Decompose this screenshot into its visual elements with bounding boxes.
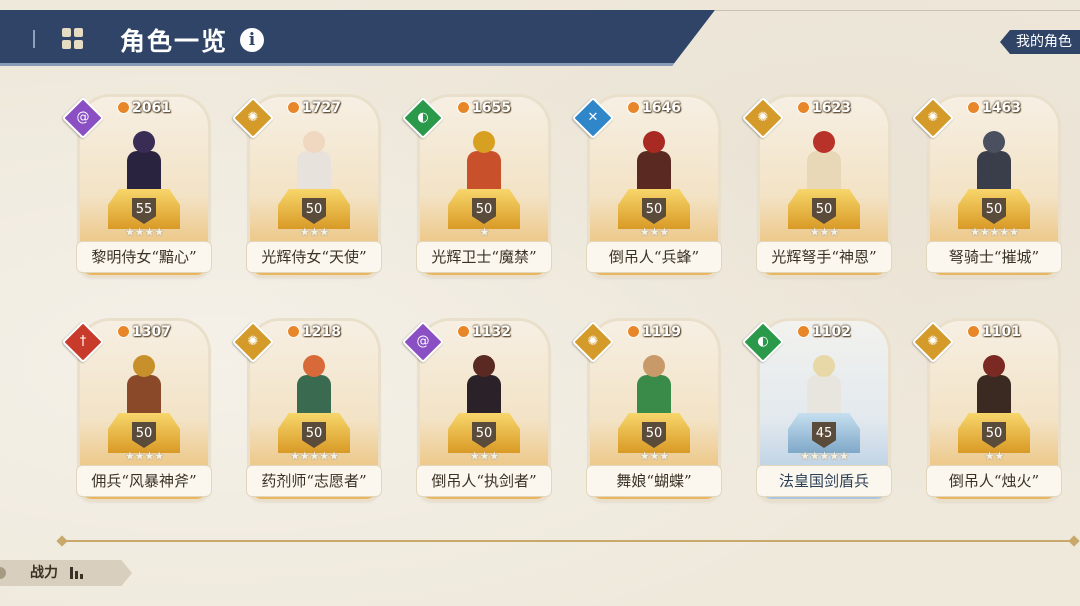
flame-icon — [287, 325, 301, 338]
header-separator — [33, 30, 35, 48]
character-sprite — [289, 355, 339, 417]
character-sprite — [799, 131, 849, 193]
star-rating: ★★★★ — [124, 449, 164, 463]
character-name: 法皇国剑盾兵 — [756, 465, 892, 497]
menu-grid-icon[interactable] — [62, 28, 84, 50]
character-name: 佣兵“风暴神斧” — [76, 465, 212, 497]
star-rating: ★★★★★ — [969, 225, 1020, 239]
flame-icon — [967, 101, 981, 114]
star-rating: ★★ — [984, 449, 1005, 463]
flame-icon — [967, 325, 981, 338]
character-name: 弩骑士“摧城” — [926, 241, 1062, 273]
character-card[interactable]: 1119 ✺ 50 ★★★ 舞娘“蝴蝶” — [571, 320, 722, 501]
character-name: 舞娘“蝴蝶” — [586, 465, 722, 497]
flame-icon — [627, 101, 641, 114]
character-sprite — [969, 355, 1019, 417]
sort-by-power-button[interactable]: 战力 — [0, 560, 132, 586]
flame-icon — [627, 325, 641, 338]
header-banner — [0, 10, 715, 66]
sort-label: 战力 — [30, 565, 58, 581]
character-card[interactable]: 1307 † 50 ★★★★ 佣兵“风暴神斧” — [61, 320, 212, 501]
page-title: 角色一览 — [120, 27, 229, 56]
character-name: 倒吊人“烛火” — [926, 465, 1062, 497]
star-rating: ★★★★ — [124, 225, 164, 239]
character-name: 倒吊人“兵蜂” — [586, 241, 722, 273]
character-sprite — [629, 131, 679, 193]
header-divider — [715, 10, 1080, 11]
character-sprite — [119, 131, 169, 193]
flame-icon — [797, 101, 811, 114]
character-card[interactable]: 1102 ◐ 45 ★★★★★ 法皇国剑盾兵 — [741, 320, 892, 501]
flame-icon — [117, 325, 131, 338]
character-name: 光辉卫士“魔禁” — [416, 241, 552, 273]
character-card[interactable]: 2061 @ 55 ★★★★ 黎明侍女“黯心” — [61, 96, 212, 277]
character-card[interactable]: 1646 ✕ 50 ★★★ 倒吊人“兵蜂” — [571, 96, 722, 277]
star-rating: ★ — [479, 225, 490, 239]
character-card[interactable]: 1623 ✺ 50 ★★★ 光辉弩手“神恩” — [741, 96, 892, 277]
sort-dot-icon — [0, 567, 6, 579]
sort-bars-icon — [70, 567, 88, 579]
star-rating: ★★★ — [639, 225, 669, 239]
character-sprite — [459, 355, 509, 417]
star-rating: ★★★★★ — [799, 449, 850, 463]
star-rating: ★★★ — [469, 449, 499, 463]
character-sprite — [459, 131, 509, 193]
flame-icon — [457, 325, 471, 338]
character-card[interactable]: 1132 @ 50 ★★★ 倒吊人“执剑者” — [401, 320, 552, 501]
character-name: 黎明侍女“黯心” — [76, 241, 212, 273]
flame-icon — [287, 101, 301, 114]
star-rating: ★★★ — [299, 225, 329, 239]
character-card[interactable]: 1655 ◐ 50 ★ 光辉卫士“魔禁” — [401, 96, 552, 277]
character-name: 光辉侍女“天使” — [246, 241, 382, 273]
star-rating: ★★★ — [809, 225, 839, 239]
character-sprite — [629, 355, 679, 417]
character-sprite — [969, 131, 1019, 193]
star-rating: ★★★★★ — [289, 449, 340, 463]
character-name: 光辉弩手“神恩” — [756, 241, 892, 273]
my-characters-button[interactable]: 我的角色 — [1000, 30, 1080, 54]
info-icon[interactable]: i — [240, 28, 264, 52]
character-name: 倒吊人“执剑者” — [416, 465, 552, 497]
character-card[interactable]: 1463 ✺ 50 ★★★★★ 弩骑士“摧城” — [911, 96, 1062, 277]
star-rating: ★★★ — [639, 449, 669, 463]
character-sprite — [289, 131, 339, 193]
character-sprite — [799, 355, 849, 417]
character-sprite — [119, 355, 169, 417]
flame-icon — [797, 325, 811, 338]
background — [0, 0, 1080, 606]
character-card[interactable]: 1218 ✺ 50 ★★★★★ 药剂师“志愿者” — [231, 320, 382, 501]
character-name: 药剂师“志愿者” — [246, 465, 382, 497]
flame-icon — [457, 101, 471, 114]
flame-icon — [117, 101, 131, 114]
section-divider — [62, 540, 1074, 542]
character-card[interactable]: 1727 ✺ 50 ★★★ 光辉侍女“天使” — [231, 96, 382, 277]
character-card[interactable]: 1101 ✺ 50 ★★ 倒吊人“烛火” — [911, 320, 1062, 501]
